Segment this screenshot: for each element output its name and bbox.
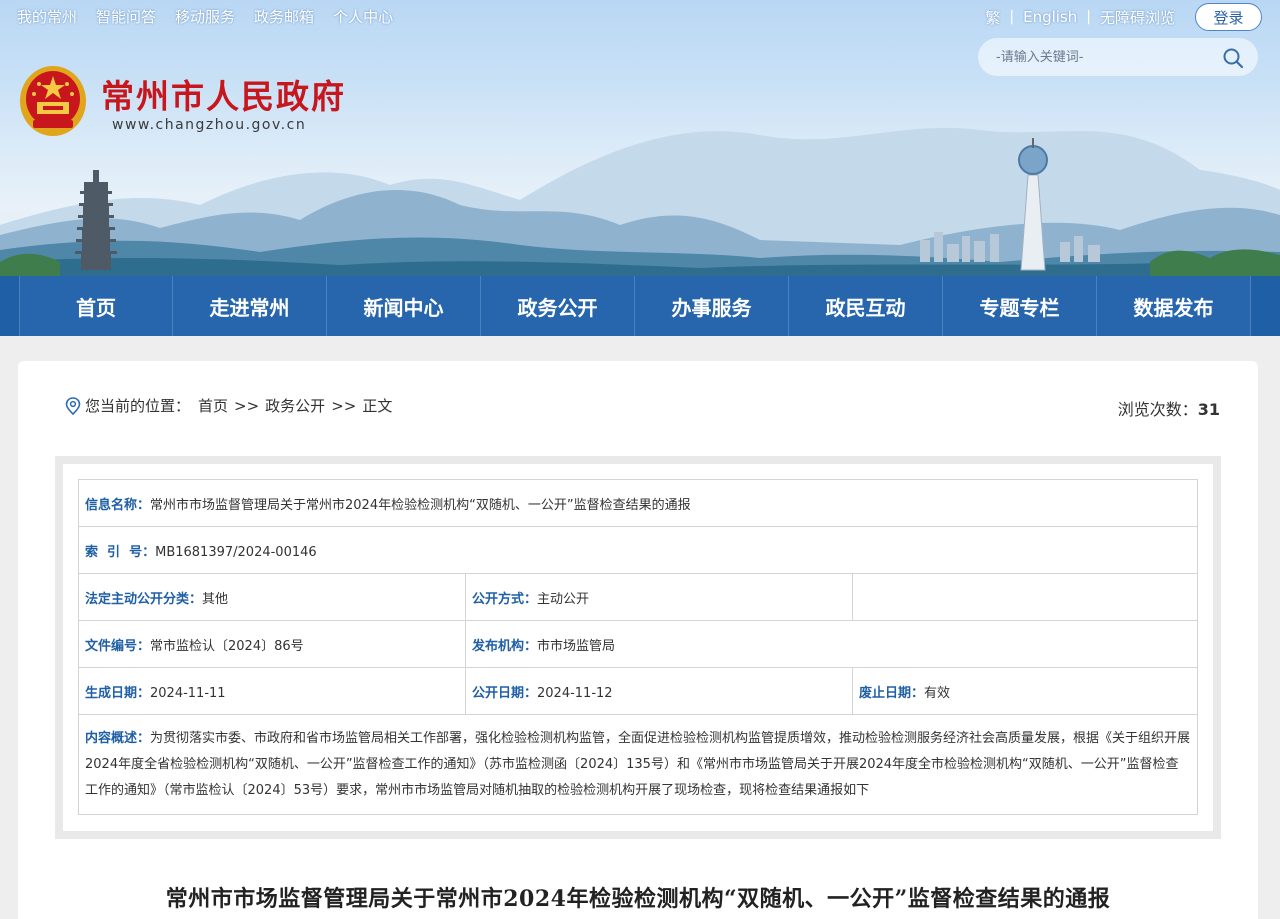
separator: | (1086, 9, 1091, 25)
location-pin-icon (65, 396, 81, 415)
table-row: 文件编号：常市监检认〔2024〕86号 发布机构：市市场监管局 (78, 620, 1199, 668)
search-icon[interactable] (1222, 47, 1244, 69)
empty-cell (851, 573, 1199, 621)
expire-value: 有效 (924, 685, 951, 701)
nav-item-news[interactable]: 新闻中心 (327, 276, 481, 336)
method-cell: 公开方式：主动公开 (465, 573, 853, 621)
nav-item-services[interactable]: 办事服务 (635, 276, 789, 336)
top-link-mobile-service[interactable]: 移动服务 (175, 6, 235, 27)
info-name-cell: 信息名称：常州市市场监督管理局关于常州市2024年检验检测机构“双随机、一公开”… (77, 479, 1199, 527)
index-value: MB1681397/2024-00146 (155, 544, 317, 560)
top-link-my-changzhou[interactable]: 我的常州 (17, 6, 77, 27)
summary-value: 为贯彻落实市委、市政府和省市场监管局相关工作部署，强化检验检测机构监管，全面促进… (85, 730, 1191, 798)
nav-item-interaction[interactable]: 政民互动 (789, 276, 943, 336)
public-date-cell: 公开日期：2024-11-12 (465, 667, 853, 715)
search-input[interactable] (996, 49, 1216, 65)
info-name-key: 信息名称： (85, 497, 151, 513)
breadcrumb: 您当前的位置： 首页 >> 政务公开 >> 正文 (65, 395, 392, 416)
top-link-smart-qa[interactable]: 智能问答 (96, 6, 156, 27)
created-value: 2024-11-11 (150, 685, 226, 701)
public-date-value: 2024-11-12 (537, 685, 613, 701)
breadcrumb-separator: >> (234, 396, 260, 415)
doc-no-key: 文件编号： (85, 638, 151, 654)
table-row: 法定主动公开分类：其他 公开方式：主动公开 (78, 573, 1199, 621)
accessibility-link[interactable]: 无障碍浏览 (1100, 7, 1175, 28)
publisher-cell: 发布机构：市市场监管局 (464, 620, 1199, 668)
category-key: 法定主动公开分类： (85, 591, 203, 607)
top-links: 我的常州 智能问答 移动服务 政务邮箱 个人中心 (17, 6, 393, 27)
main-nav: 首页 走进常州 新闻中心 政务公开 办事服务 政民互动 专题专栏 数据发布 (0, 276, 1280, 336)
metadata-panel: 信息名称：常州市市场监督管理局关于常州市2024年检验检测机构“双随机、一公开”… (55, 456, 1221, 839)
top-link-personal-center[interactable]: 个人中心 (333, 6, 393, 27)
publisher-value: 市市场监管局 (537, 638, 616, 654)
separator: | (1009, 9, 1015, 25)
site-title: 常州市人民政府 (101, 77, 346, 116)
utility-links: 繁 | English | 无障碍浏览 登录 (985, 3, 1262, 31)
expire-cell: 废止日期：有效 (851, 667, 1199, 715)
top-link-gov-mail[interactable]: 政务邮箱 (254, 6, 314, 27)
created-key: 生成日期： (85, 685, 151, 701)
nav-item-gov-info[interactable]: 政务公开 (481, 276, 635, 336)
table-row: 索 引 号：MB1681397/2024-00146 (77, 526, 1199, 574)
search-box (978, 38, 1258, 76)
metadata-table: 信息名称：常州市市场监督管理局关于常州市2024年检验检测机构“双随机、一公开”… (77, 479, 1199, 815)
index-key: 索 引 号： (85, 544, 156, 560)
breadcrumb-gov-info[interactable]: 政务公开 (265, 395, 325, 416)
created-cell: 生成日期：2024-11-11 (78, 667, 466, 715)
view-count: 浏览次数：31 (1118, 396, 1220, 420)
public-date-key: 公开日期： (472, 685, 538, 701)
summary-cell: 内容概述：为贯彻落实市委、市政府和省市场监管局相关工作部署，强化检验检测机构监管… (77, 714, 1199, 815)
table-row: 生成日期：2024-11-11 公开日期：2024-11-12 废止日期：有效 (78, 667, 1199, 715)
metadata-inner: 信息名称：常州市市场监督管理局关于常州市2024年检验检测机构“双随机、一公开”… (63, 464, 1213, 831)
login-button[interactable]: 登录 (1195, 3, 1262, 31)
nav-item-home[interactable]: 首页 (19, 276, 173, 336)
nav-item-topics[interactable]: 专题专栏 (943, 276, 1097, 336)
method-key: 公开方式： (472, 591, 538, 607)
category-cell: 法定主动公开分类：其他 (78, 573, 466, 621)
nav-item-about[interactable]: 走进常州 (173, 276, 327, 336)
breadcrumb-label: 您当前的位置： (85, 397, 191, 415)
publisher-key: 发布机构： (472, 638, 538, 654)
breadcrumb-current: 正文 (362, 397, 393, 415)
doc-no-value: 常市监检认〔2024〕86号 (150, 638, 304, 654)
traditional-chinese-link[interactable]: 繁 (985, 7, 1000, 28)
view-count-label: 浏览次数： (1117, 400, 1198, 419)
method-value: 主动公开 (537, 591, 590, 607)
content-card: 您当前的位置： 首页 >> 政务公开 >> 正文 浏览次数：31 信息名称：常州… (18, 361, 1258, 919)
header-banner: 我的常州 智能问答 移动服务 政务邮箱 个人中心 繁 | English | 无… (0, 0, 1280, 276)
article-title: 常州市市场监督管理局关于常州市2024年检验检测机构“双随机、一公开”监督检查结… (165, 886, 1111, 912)
doc-no-cell: 文件编号：常市监检认〔2024〕86号 (78, 620, 466, 668)
table-row: 内容概述：为贯彻落实市委、市政府和省市场监管局相关工作部署，强化检验检测机构监管… (77, 714, 1199, 815)
info-name-value: 常州市市场监督管理局关于常州市2024年检验检测机构“双随机、一公开”监督检查结… (150, 497, 691, 513)
site-url: www.changzhou.gov.cn (112, 117, 307, 133)
breadcrumb-separator: >> (331, 396, 357, 415)
national-emblem-icon (20, 66, 86, 136)
breadcrumb-home[interactable]: 首页 (198, 395, 228, 416)
category-value: 其他 (202, 591, 229, 607)
index-cell: 索 引 号：MB1681397/2024-00146 (77, 526, 1199, 574)
nav-item-data[interactable]: 数据发布 (1097, 276, 1251, 336)
english-link[interactable]: English (1023, 8, 1077, 26)
table-row: 信息名称：常州市市场监督管理局关于常州市2024年检验检测机构“双随机、一公开”… (77, 479, 1199, 527)
summary-key: 内容概述： (85, 730, 151, 746)
expire-key: 废止日期： (859, 685, 925, 701)
view-count-value: 31 (1197, 400, 1220, 419)
